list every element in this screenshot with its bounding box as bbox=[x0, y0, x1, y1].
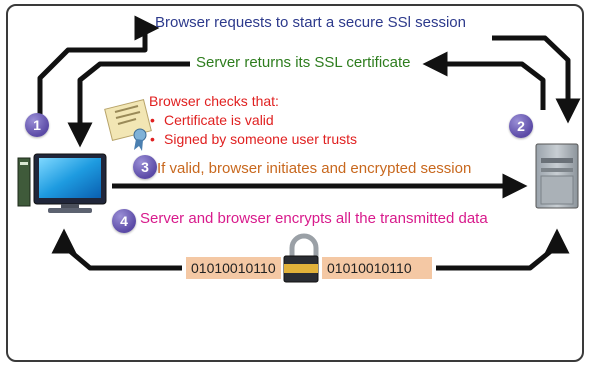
label-certificate-return: Server returns its SSL certificate bbox=[196, 54, 411, 71]
server-icon bbox=[535, 143, 579, 209]
label-request: Browser requests to start a secure SSl s… bbox=[155, 14, 466, 31]
computer-icon bbox=[17, 153, 107, 213]
check-valid-item: • Certificate is valid bbox=[150, 112, 274, 128]
certificate-icon bbox=[104, 99, 152, 151]
padlock-icon bbox=[283, 233, 319, 283]
bullet: • bbox=[150, 112, 155, 128]
check-signed-item: • Signed by someone user trusts bbox=[150, 131, 357, 147]
bullet: • bbox=[150, 131, 155, 147]
step-badge-3: 3 bbox=[133, 155, 157, 179]
arrow-data-right bbox=[436, 228, 570, 271]
check-valid-text: Certificate is valid bbox=[164, 112, 274, 128]
arrow-data-left bbox=[51, 228, 182, 271]
binary-data-left: 01010010110 bbox=[186, 257, 281, 279]
arrow-certificate-server-side bbox=[422, 51, 546, 110]
label-checks: Browser checks that: bbox=[149, 93, 279, 109]
step-badge-4: 4 bbox=[112, 209, 136, 233]
step-badge-2: 2 bbox=[509, 114, 533, 138]
check-signed-text: Signed by someone user trusts bbox=[164, 131, 357, 147]
binary-data-right: 01010010110 bbox=[322, 257, 432, 279]
arrow-request-to-server bbox=[492, 35, 581, 124]
label-initiate: If valid, browser initiates and encrypte… bbox=[157, 160, 472, 177]
label-encrypt: Server and browser encrypts all the tran… bbox=[140, 210, 488, 227]
step-badge-1: 1 bbox=[25, 113, 49, 137]
